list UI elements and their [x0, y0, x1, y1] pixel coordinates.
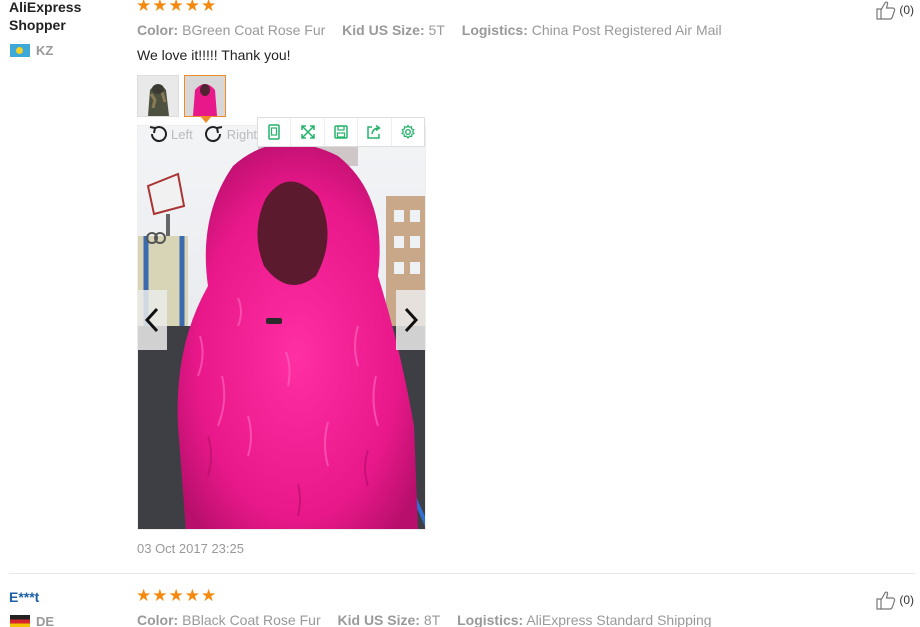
star-icon: ★	[136, 586, 152, 605]
size-label: Kid US Size:	[337, 612, 420, 627]
settings-button[interactable]	[392, 118, 424, 146]
photo-viewer[interactable]	[137, 125, 426, 530]
rotate-right-icon	[204, 126, 222, 143]
star-icon: ★	[152, 586, 168, 605]
previous-photo-button[interactable]	[137, 290, 167, 350]
photo-thumbnail[interactable]	[137, 75, 179, 117]
star-rating: ★ ★ ★ ★ ★	[136, 587, 216, 604]
size-value: 8T	[423, 612, 441, 627]
star-icon: ★	[201, 586, 217, 605]
rotate-right-label: Right	[226, 126, 258, 142]
rotate-left-button[interactable]: Left	[147, 123, 193, 145]
review-date: 03 Oct 2017 23:25	[137, 541, 244, 556]
thumbs-up-icon	[876, 1, 896, 20]
country-code: KZ	[36, 43, 54, 58]
star-icon: ★	[136, 0, 152, 15]
review-item: E***t DE ★ ★ ★ ★ ★ Color: BBlack Coat Ro…	[0, 584, 920, 627]
share-icon	[367, 124, 382, 139]
helpful-button[interactable]: (0)	[875, 0, 914, 20]
rotate-right-button[interactable]: Right	[203, 123, 257, 145]
rotate-controls: Left Right	[147, 123, 257, 145]
chevron-left-icon	[144, 307, 159, 333]
de-flag-icon	[10, 615, 30, 627]
share-button[interactable]	[358, 118, 392, 146]
size-value: 5T	[428, 22, 445, 38]
settings-icon	[401, 124, 415, 139]
helpful-count: (0)	[899, 593, 914, 607]
order-attributes: Color: BGreen Coat Rose Fur Kid US Size:…	[137, 22, 722, 38]
size-label: Kid US Size:	[342, 22, 425, 38]
helpful-count: (0)	[899, 3, 914, 17]
fullscreen-button[interactable]	[291, 118, 325, 146]
thumbnail-pink-coat-image	[185, 76, 225, 116]
star-icon: ★	[168, 0, 184, 15]
reviewer-name[interactable]: E***t	[9, 588, 39, 606]
logistics-label: Logistics:	[457, 612, 524, 627]
kz-flag-icon	[10, 44, 30, 57]
thumbnail-green-coat-image	[138, 76, 178, 116]
reviewer-name[interactable]: AliExpress Shopper	[9, 0, 119, 34]
star-icon: ★	[152, 0, 168, 15]
star-icon: ★	[184, 0, 200, 15]
logistics-value: AliExpress Standard Shipping	[526, 612, 712, 627]
star-icon: ★	[184, 586, 200, 605]
logistics-value: China Post Registered Air Mail	[531, 22, 722, 38]
fullscreen-icon	[300, 125, 315, 139]
helpful-button[interactable]: (0)	[875, 590, 914, 610]
review-item: AliExpress Shopper KZ ★ ★ ★ ★ ★ Color: B…	[0, 0, 920, 572]
color-label: Color:	[137, 612, 179, 627]
order-attributes: Color: BBlack Coat Rose Fur Kid US Size:…	[137, 612, 712, 627]
logistics-label: Logistics:	[461, 22, 528, 38]
reviewer-country: KZ	[10, 43, 53, 58]
photo-thumbnail-active[interactable]	[184, 75, 226, 117]
review-divider	[9, 573, 915, 574]
color-value: BGreen Coat Rose Fur	[182, 22, 326, 38]
star-icon: ★	[201, 0, 217, 15]
reviewer-country: DE	[10, 614, 54, 627]
save-icon	[334, 125, 348, 139]
photo-toolbar	[257, 117, 425, 147]
rotate-left-icon	[149, 126, 167, 143]
photo-thumbnails	[137, 75, 226, 123]
review-comment: We love it!!!!! Thank you!	[137, 47, 291, 63]
fit-button[interactable]	[258, 118, 292, 146]
fit-icon	[268, 124, 280, 140]
color-value: BBlack Coat Rose Fur	[182, 612, 321, 627]
next-photo-button[interactable]	[396, 290, 426, 350]
chevron-right-icon	[404, 307, 419, 333]
save-button[interactable]	[325, 118, 359, 146]
thumbs-up-icon	[876, 591, 896, 610]
color-label: Color:	[137, 22, 179, 38]
star-icon: ★	[168, 586, 184, 605]
star-rating: ★ ★ ★ ★ ★	[136, 0, 216, 14]
country-code: DE	[36, 614, 55, 627]
review-photo-pink-fur-coat	[138, 126, 425, 529]
rotate-left-label: Left	[171, 126, 193, 142]
